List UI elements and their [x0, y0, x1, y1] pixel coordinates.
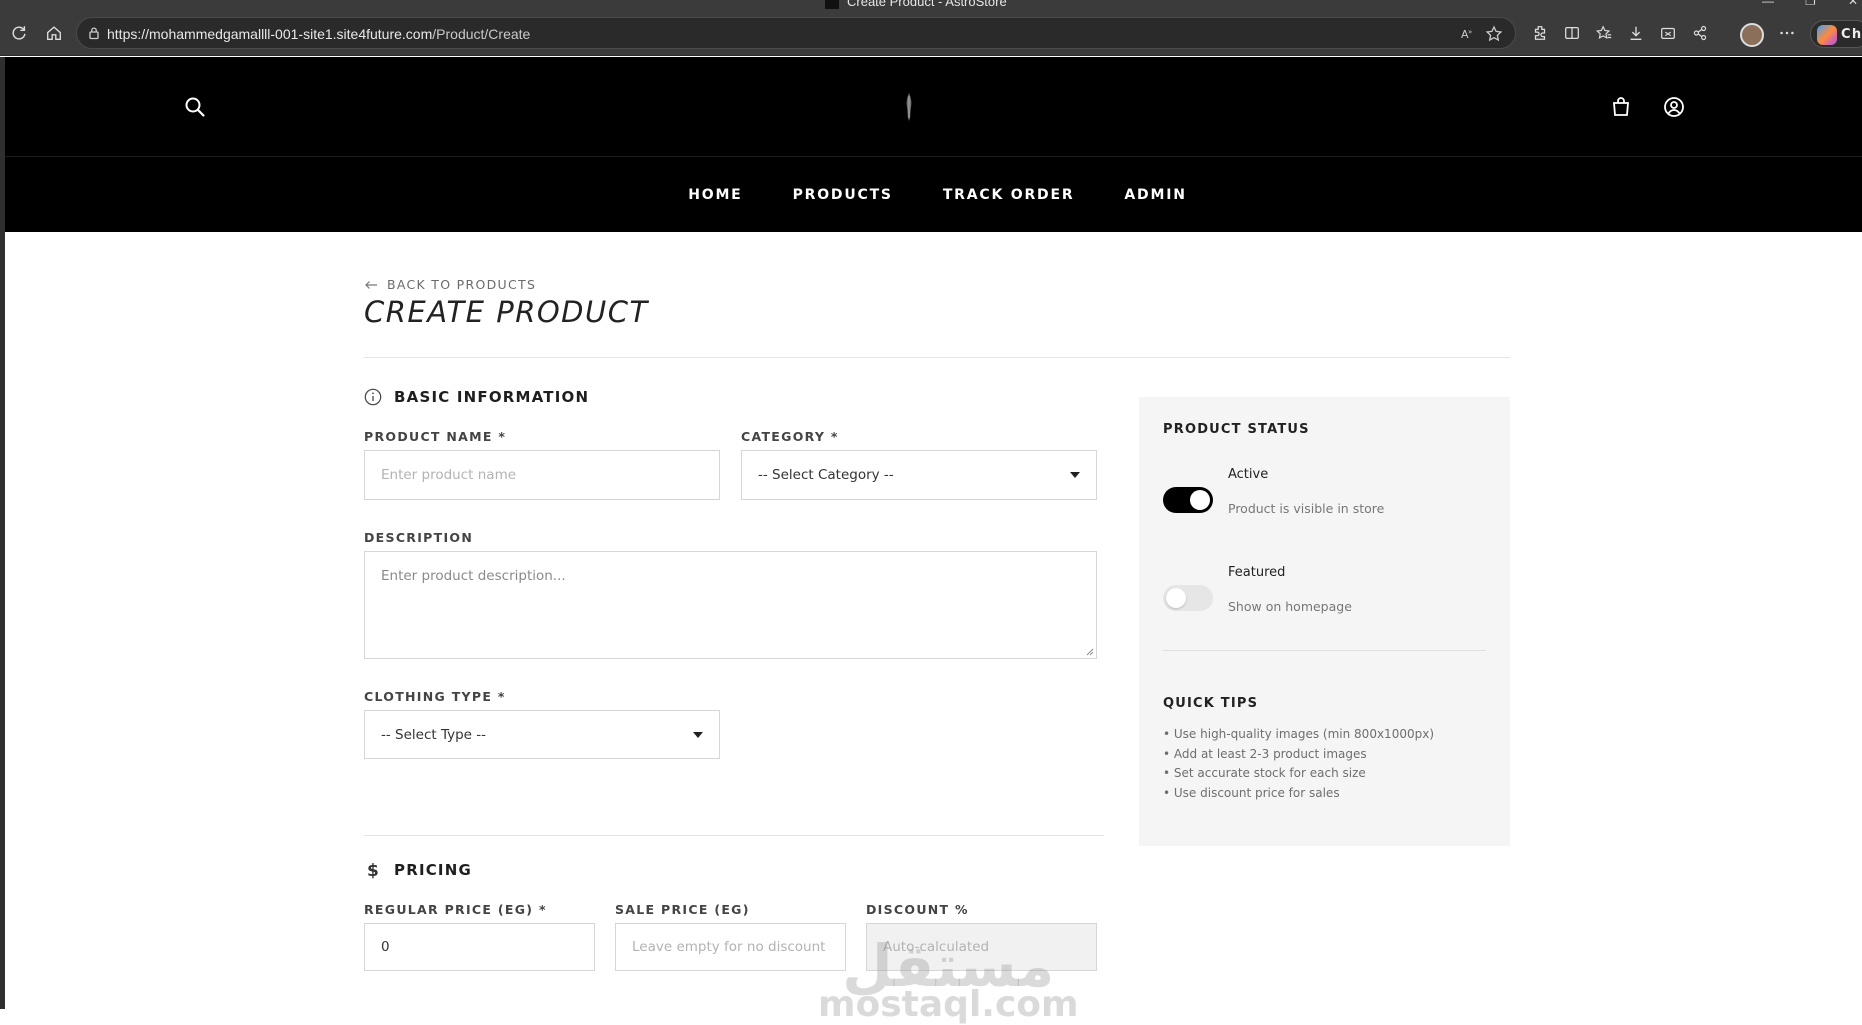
chevron-down-icon — [1070, 472, 1080, 478]
description-textarea[interactable]: Enter product description... — [364, 551, 1097, 659]
featured-toggle[interactable] — [1163, 585, 1213, 611]
browser-toolbar: https://mohammedgamallll-001-site1.site4… — [0, 10, 1862, 56]
profile-avatar[interactable] — [1740, 23, 1764, 47]
split-screen-icon[interactable] — [1562, 23, 1582, 43]
sale-price-label: SALE PRICE (EG) — [615, 902, 750, 917]
featured-title: Featured — [1228, 565, 1286, 580]
page-title: CREATE PRODUCT — [364, 295, 649, 329]
tip-item: • Set accurate stock for each size — [1163, 766, 1366, 780]
tip-item: • Add at least 2-3 product images — [1163, 746, 1367, 761]
brand-logo[interactable] — [903, 92, 915, 122]
nav-products[interactable]: PRODUCTS — [793, 187, 893, 203]
section-divider — [364, 835, 1104, 836]
url-text: https://mohammedgamallll-001-site1.site4… — [107, 26, 531, 42]
downloads-icon[interactable] — [1626, 23, 1646, 43]
favorites-icon[interactable] — [1594, 23, 1614, 43]
category-label: CATEGORY * — [741, 429, 839, 444]
panel-divider — [1163, 650, 1486, 651]
resize-handle-icon[interactable] — [1086, 648, 1094, 656]
read-aloud-icon[interactable]: A» — [1459, 25, 1477, 43]
sale-price-input[interactable]: Leave empty for no discount — [615, 923, 846, 971]
user-account-icon[interactable] — [1662, 95, 1686, 119]
product-name-label: PRODUCT NAME * — [364, 429, 507, 444]
chevron-down-icon — [693, 731, 703, 738]
tab-favicon — [825, 0, 839, 9]
basic-information-heading: BASIC INFORMATION — [364, 388, 589, 406]
product-status-heading: PRODUCT STATUS — [1163, 422, 1310, 437]
home-icon[interactable] — [44, 23, 64, 43]
clothing-type-label: CLOTHING TYPE * — [364, 689, 506, 704]
window-title: Create Product - AstroStore — [825, 0, 1007, 9]
minimize-icon[interactable]: — — [1762, 0, 1774, 8]
arrow-left-icon — [365, 280, 377, 289]
quick-tips-heading: QUICK TIPS — [1163, 696, 1259, 711]
product-name-input[interactable]: Enter product name — [364, 450, 720, 500]
discount-label: DISCOUNT % — [866, 902, 969, 917]
regular-price-input[interactable]: 0 — [364, 923, 595, 971]
regular-price-label: REGULAR PRICE (EG) * — [364, 902, 547, 917]
dollar-icon: $ — [364, 861, 382, 879]
nav-home[interactable]: HOME — [688, 187, 742, 203]
copilot-button[interactable]: Cha — [1810, 20, 1862, 48]
pricing-heading: $ PRICING — [364, 861, 472, 879]
active-toggle[interactable] — [1163, 487, 1213, 513]
toggle-knob — [1190, 490, 1210, 510]
featured-description: Show on homepage — [1228, 599, 1352, 614]
more-options-icon[interactable] — [1777, 23, 1797, 43]
refresh-icon[interactable] — [9, 23, 29, 43]
website: HOME PRODUCTS TRACK ORDER ADMIN BACK TO … — [5, 57, 1862, 1023]
nav-admin[interactable]: ADMIN — [1124, 187, 1186, 203]
back-to-products-link[interactable]: BACK TO PRODUCTS — [364, 277, 536, 292]
main-navigation: HOME PRODUCTS TRACK ORDER ADMIN — [5, 157, 1862, 232]
product-status-panel: PRODUCT STATUS Active Product is visible… — [1139, 397, 1510, 846]
tip-item: • Use high-quality images (min 800x1000p… — [1163, 727, 1434, 741]
description-label: DESCRIPTION — [364, 530, 474, 545]
active-description: Product is visible in store — [1228, 501, 1385, 516]
svg-text:$: $ — [367, 861, 380, 879]
watermark: مستقل mostaql.com — [818, 932, 1079, 1025]
active-title: Active — [1228, 467, 1269, 482]
title-divider — [364, 357, 1510, 358]
lock-icon — [89, 27, 99, 40]
browser-titlebar: Create Product - AstroStore — ❐ ✕ — [0, 0, 1862, 10]
share-icon[interactable] — [1690, 23, 1710, 43]
address-bar[interactable]: https://mohammedgamallll-001-site1.site4… — [76, 17, 1516, 49]
close-icon[interactable]: ✕ — [1848, 0, 1858, 8]
category-select[interactable]: -- Select Category -- — [741, 450, 1097, 500]
shopping-bag-icon[interactable] — [1609, 95, 1633, 119]
quick-tips-list: • Use high-quality images (min 800x1000p… — [1163, 725, 1434, 803]
tip-item: • Use discount price for sales — [1163, 785, 1340, 800]
toggle-knob — [1166, 588, 1186, 608]
copilot-icon — [1817, 25, 1837, 45]
info-icon — [364, 388, 382, 406]
site-header — [5, 57, 1862, 157]
extensions-icon[interactable] — [1530, 23, 1550, 43]
clothing-type-select[interactable]: -- Select Type -- — [364, 710, 720, 759]
svg-text:»: » — [1468, 28, 1472, 36]
screenshot-icon[interactable] — [1658, 23, 1678, 43]
search-icon[interactable] — [183, 95, 207, 119]
restore-icon[interactable]: ❐ — [1805, 0, 1816, 8]
favorite-star-icon[interactable] — [1485, 25, 1503, 43]
nav-track-order[interactable]: TRACK ORDER — [943, 187, 1075, 203]
